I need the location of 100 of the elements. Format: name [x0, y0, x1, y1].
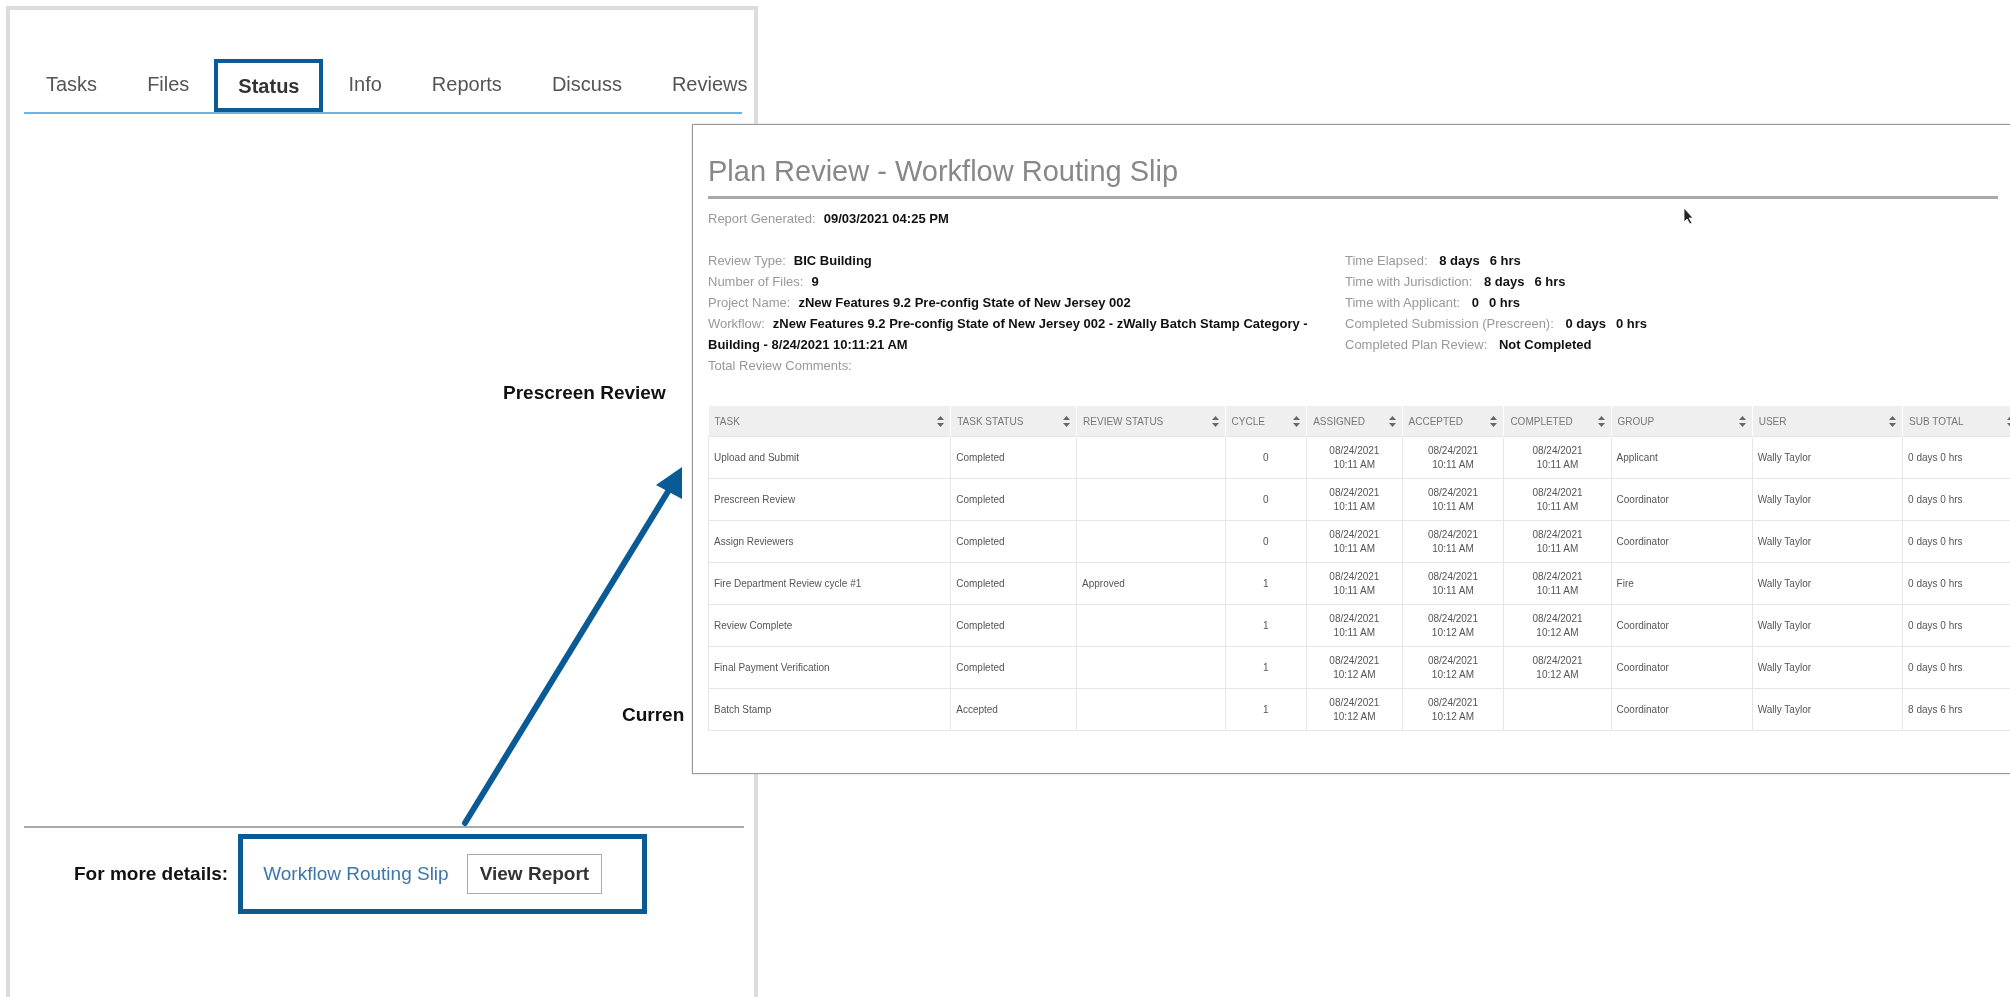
table-cell: Wally Taylor	[1752, 604, 1903, 647]
table-cell: Review Complete	[708, 604, 951, 647]
field-value: 0 hrs	[1615, 316, 1647, 331]
field-value: 0 days	[1565, 316, 1606, 331]
table-cell: Upload and Submit	[708, 436, 951, 479]
column-header[interactable]: CYCLE	[1225, 406, 1307, 437]
table-cell: 08/24/2021 10:11 AM	[1402, 478, 1504, 521]
table-cell: Approved	[1076, 562, 1225, 605]
sort-icon	[937, 415, 945, 427]
sort-icon	[1063, 415, 1071, 427]
table-cell: Completed	[950, 436, 1077, 479]
column-header[interactable]: GROUP	[1611, 406, 1753, 437]
table-cell: Coordinator	[1611, 604, 1753, 647]
view-report-button[interactable]: View Report	[466, 854, 603, 894]
table-cell: 0	[1225, 520, 1307, 563]
section-heading: Curren	[622, 704, 685, 726]
routing-slip-link[interactable]: Workflow Routing Slip	[263, 863, 449, 885]
table-cell: Fire Department Review cycle #1	[708, 562, 951, 605]
table-cell: 08/24/2021 10:12 AM	[1503, 646, 1612, 689]
table-cell: Completed	[950, 520, 1077, 563]
table-cell: Coordinator	[1611, 520, 1753, 563]
table-cell: 08/24/2021 10:12 AM	[1503, 604, 1612, 647]
table-cell: Wally Taylor	[1752, 478, 1903, 521]
table-cell: Completed	[950, 646, 1077, 689]
sort-icon	[1293, 415, 1301, 427]
column-header[interactable]: SUB TOTAL	[1902, 406, 2010, 437]
table-cell: Wally Taylor	[1752, 646, 1903, 689]
table-cell: Assign Reviewers	[708, 520, 951, 563]
table-cell: 08/24/2021 10:11 AM	[1306, 562, 1403, 605]
table-cell: 1	[1225, 604, 1307, 647]
field-label: Completed Plan Review:	[1345, 337, 1488, 352]
section-heading: Prescreen Review	[503, 382, 666, 404]
table-cell: 08/24/2021 10:11 AM	[1306, 436, 1403, 479]
field-label: Report Generated:	[708, 211, 816, 226]
tab[interactable]: Discuss	[547, 59, 626, 112]
table-cell: 0	[1225, 478, 1307, 521]
table-cell: Batch Stamp	[708, 688, 951, 731]
field-value: 0 hrs	[1489, 295, 1521, 310]
table-cell: Coordinator	[1611, 688, 1753, 731]
column-header[interactable]: TASK	[708, 406, 951, 437]
cursor-icon	[1683, 207, 1695, 225]
tab[interactable]: Info	[344, 59, 386, 112]
detail-line: Total Review Comments:	[708, 357, 853, 375]
sort-icon	[1738, 415, 1746, 427]
table-cell: Applicant	[1611, 436, 1753, 479]
detail-line: Workflow: zNew Features 9.2 Pre-config State of New Jersey 002 - zWally Batch Stamp Category - Building - 8/24/2021 10:11:21 AM	[708, 315, 1308, 354]
table-cell: 08/24/2021 10:11 AM	[1306, 604, 1403, 647]
table-cell: 1	[1225, 646, 1307, 689]
field-label: Time with Jurisdiction:	[1345, 274, 1473, 289]
detail-line: Review Type: BIC Building	[708, 252, 872, 270]
tab[interactable]: Reports	[427, 59, 506, 112]
table-cell: 08/24/2021 10:12 AM	[1402, 688, 1504, 731]
table-cell: 08/24/2021 10:11 AM	[1402, 436, 1504, 479]
details-label: For more details:	[74, 863, 229, 885]
table-cell: 08/24/2021 10:12 AM	[1402, 604, 1504, 647]
column-header[interactable]: ASSIGNED	[1306, 406, 1403, 437]
table-cell: Completed	[950, 562, 1077, 605]
table-cell: Coordinator	[1611, 478, 1753, 521]
table-cell: 08/24/2021 10:11 AM	[1306, 520, 1403, 563]
table-cell: Coordinator	[1611, 646, 1753, 689]
field-value: 6 hrs	[1534, 274, 1566, 289]
field-value: 09/03/2021 04:25 PM	[823, 211, 949, 226]
field-value: 6 hrs	[1489, 253, 1521, 268]
table-cell: 08/24/2021 10:12 AM	[1306, 646, 1403, 689]
table-cell: 0 days 0 hrs	[1902, 436, 2010, 479]
table-cell: Wally Taylor	[1752, 520, 1903, 563]
table-cell: 1	[1225, 688, 1307, 731]
tab[interactable]: Status	[214, 59, 324, 112]
table-cell: 08/24/2021 10:11 AM	[1402, 520, 1504, 563]
table-cell: 1	[1225, 562, 1307, 605]
column-header[interactable]: USER	[1752, 406, 1903, 437]
sort-icon	[1211, 415, 1219, 427]
field-label: Time with Applicant:	[1345, 295, 1461, 310]
table-cell: 08/24/2021 10:11 AM	[1503, 562, 1612, 605]
detail-line: Project Name: zNew Features 9.2 Pre-config State of New Jersey 002	[708, 294, 1131, 312]
table-cell: Wally Taylor	[1752, 562, 1903, 605]
field-value: 8 days	[1439, 253, 1480, 268]
column-header[interactable]: COMPLETED	[1503, 406, 1612, 437]
column-header[interactable]: ACCEPTED	[1402, 406, 1504, 437]
field-label: Time Elapsed:	[1345, 253, 1428, 268]
column-header[interactable]: REVIEW STATUS	[1076, 406, 1225, 437]
tab[interactable]: Files	[143, 59, 194, 112]
table-cell: Accepted	[950, 688, 1077, 731]
sort-icon	[1388, 415, 1396, 427]
table-cell: Completed	[950, 478, 1077, 521]
tab[interactable]: Reviews	[667, 59, 752, 112]
table-cell: 08/24/2021 10:11 AM	[1503, 520, 1612, 563]
table-cell: 08/24/2021 10:11 AM	[1503, 436, 1612, 479]
field-value: 8 days	[1484, 274, 1525, 289]
table-cell: Completed	[950, 604, 1077, 647]
table-cell: 08/24/2021 10:11 AM	[1503, 478, 1612, 521]
sort-icon	[1597, 415, 1605, 427]
table-cell: Wally Taylor	[1752, 688, 1903, 731]
report-title: Plan Review - Workflow Routing Slip	[708, 155, 1180, 188]
tab[interactable]: Tasks	[42, 59, 102, 112]
table-cell: Final Payment Verification	[708, 646, 951, 689]
field-value: Not Completed	[1499, 337, 1592, 352]
table-cell: Wally Taylor	[1752, 436, 1903, 479]
table-cell: 08/24/2021 10:12 AM	[1402, 646, 1504, 689]
column-header[interactable]: TASK STATUS	[950, 406, 1077, 437]
